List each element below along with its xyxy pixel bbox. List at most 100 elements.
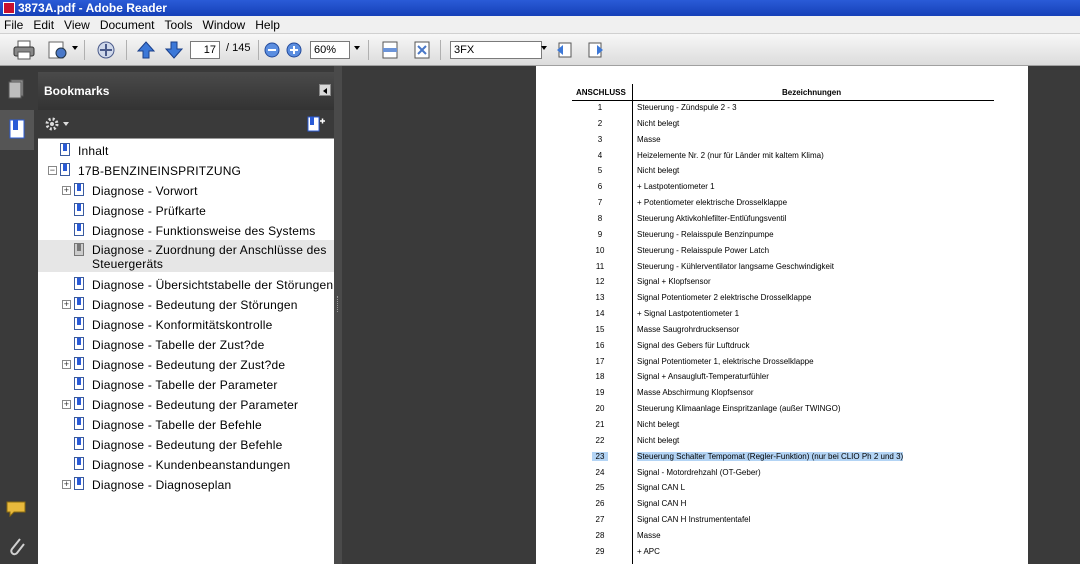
splitter-grip[interactable] — [337, 296, 339, 312]
bookmark-item[interactable]: Diagnose - Übersichtstabelle der Störung… — [38, 275, 334, 293]
collapse-icon[interactable]: − — [48, 166, 57, 175]
menu-view[interactable]: View — [64, 18, 90, 32]
collapse-arrow-icon — [323, 88, 327, 94]
table-cell-description: Steuerung - Kühlerventilator langsame Ge… — [637, 261, 834, 271]
table-cell-description: Nicht belegt — [637, 166, 680, 176]
fit-page-icon[interactable] — [412, 40, 432, 60]
bookmark-item[interactable]: Inhalt — [38, 141, 334, 159]
bookmark-icon — [74, 203, 84, 216]
menu-document[interactable]: Document — [100, 18, 155, 32]
bookmark-icon — [74, 243, 84, 256]
expand-icon[interactable]: + — [62, 400, 71, 409]
bookmark-item[interactable]: Diagnose - Bedeutung der Befehle — [38, 435, 334, 453]
table-cell-description: Signal CAN L — [637, 483, 686, 493]
printer-icon[interactable] — [12, 40, 36, 60]
window-title: 3873A.pdf - Adobe Reader — [18, 1, 167, 15]
next-page-icon[interactable] — [164, 40, 184, 60]
options-dropdown-arrow[interactable] — [63, 122, 69, 126]
bookmark-item[interactable]: Diagnose - Kundenbeanstandungen — [38, 455, 334, 473]
bookmark-icon — [74, 317, 84, 330]
table-cell-pin: 5 — [597, 166, 603, 176]
bookmark-item[interactable]: + Diagnose - Vorwort — [38, 181, 334, 199]
zoom-input[interactable]: 60% — [310, 41, 350, 59]
expand-icon[interactable]: + — [62, 480, 71, 489]
bookmark-icon — [60, 163, 70, 176]
toolbar-separator — [440, 40, 441, 60]
menu-tools[interactable]: Tools — [165, 18, 193, 32]
new-bookmark-icon[interactable] — [306, 115, 326, 133]
table-cell-pin: 23 — [592, 451, 608, 461]
bookmark-item[interactable]: Diagnose - Tabelle der Zust?de — [38, 335, 334, 353]
expand-icon[interactable]: + — [62, 360, 71, 369]
table-cell-description: Signal - Motordrehzahl (OT-Geber) — [637, 467, 761, 477]
title-bar: 3873A.pdf - Adobe Reader — [0, 0, 1080, 16]
bookmarks-header: Bookmarks — [38, 72, 334, 110]
bookmark-item[interactable]: + Diagnose - Bedeutung der Parameter — [38, 395, 334, 413]
previous-page-icon[interactable] — [136, 40, 156, 60]
zoom-in-icon[interactable] — [286, 40, 302, 60]
find-previous-icon[interactable] — [555, 40, 575, 60]
bookmark-icon — [74, 297, 84, 310]
bookmarks-title: Bookmarks — [44, 84, 110, 98]
table-cell-pin: 25 — [595, 483, 605, 493]
table-cell-pin: 22 — [595, 435, 605, 445]
pages-panel-icon[interactable] — [4, 76, 30, 102]
table-cell-pin: 15 — [595, 324, 605, 334]
attachments-icon[interactable] — [4, 534, 30, 560]
bookmark-item[interactable]: + Diagnose - Diagnoseplan — [38, 475, 334, 493]
table-cell-description: Nicht belegt — [637, 435, 680, 445]
table-cell-pin: 19 — [595, 388, 605, 398]
table-cell-description: Masse Saugrohrdrucksensor — [637, 324, 740, 334]
bookmark-item[interactable]: Diagnose - Tabelle der Befehle — [38, 415, 334, 433]
menu-window[interactable]: Window — [203, 18, 246, 32]
bookmark-item[interactable]: + Diagnose - Bedeutung der Störungen — [38, 295, 334, 313]
table-cell-pin: 24 — [595, 467, 605, 477]
expand-icon[interactable]: + — [62, 186, 71, 195]
expand-icon[interactable]: + — [62, 300, 71, 309]
table-cell-pin: 7 — [597, 198, 603, 208]
table-cell-pin: 11 — [595, 261, 605, 271]
table-cell-description: Signal CAN H — [637, 499, 687, 509]
collaborate-icon[interactable] — [94, 40, 118, 60]
table-cell-pin: 21 — [595, 420, 605, 429]
table-cell-description: Steuerung - Relaisspule Benzinpumpe — [637, 229, 774, 239]
table-cell-description: Steuerung - Relaisspule Power Latch — [637, 245, 770, 255]
search-input[interactable]: 3FX — [450, 41, 542, 59]
bookmark-item[interactable]: − 17B-BENZINEINSPRITZUNG — [38, 161, 334, 179]
bookmarks-tab[interactable] — [0, 110, 34, 150]
table-cell-pin: 28 — [595, 530, 605, 540]
bookmark-icon — [74, 397, 84, 410]
zoom-dropdown-arrow[interactable] — [354, 46, 360, 50]
bookmark-item[interactable]: Diagnose - Funktionsweise des Systems — [38, 221, 334, 239]
menu-file[interactable]: File — [4, 18, 23, 32]
fit-width-icon[interactable] — [380, 40, 400, 60]
zoom-out-icon[interactable] — [264, 40, 280, 60]
table-cell-pin: 16 — [595, 340, 605, 350]
email-icon[interactable] — [46, 40, 70, 60]
options-gear-icon[interactable] — [44, 116, 60, 132]
adobe-reader-icon — [3, 2, 15, 14]
comments-icon[interactable] — [4, 496, 30, 522]
toolbar: 17 / 145 60% 3FX — [0, 34, 1080, 66]
bookmark-icon — [74, 457, 84, 470]
panel-splitter[interactable] — [334, 66, 342, 564]
search-dropdown-arrow[interactable] — [541, 46, 547, 50]
bookmark-item[interactable]: + Diagnose - Bedeutung der Zust?de — [38, 355, 334, 373]
table-header-divider — [572, 100, 994, 101]
find-next-icon[interactable] — [585, 40, 605, 60]
menu-edit[interactable]: Edit — [33, 18, 54, 32]
bookmark-item-selected[interactable]: Diagnose - Zuordnung der Anschlüsse des … — [38, 240, 334, 272]
email-dropdown-arrow[interactable] — [72, 46, 78, 50]
bookmark-item[interactable]: Diagnose - Tabelle der Parameter — [38, 375, 334, 393]
bookmark-item[interactable]: Diagnose - Prüfkarte — [38, 201, 334, 219]
collapse-panel-button[interactable] — [319, 84, 331, 96]
bookmark-icon — [60, 143, 70, 156]
table-cell-pin: 2 — [597, 118, 603, 128]
page-number-input[interactable]: 17 — [190, 41, 220, 59]
bookmark-icon — [74, 183, 84, 196]
table-cell-pin: 8 — [597, 213, 603, 223]
bookmark-icon — [74, 477, 84, 490]
table-cell-pin: 4 — [597, 150, 603, 160]
bookmark-item[interactable]: Diagnose - Konformitätskontrolle — [38, 315, 334, 333]
menu-help[interactable]: Help — [255, 18, 280, 32]
